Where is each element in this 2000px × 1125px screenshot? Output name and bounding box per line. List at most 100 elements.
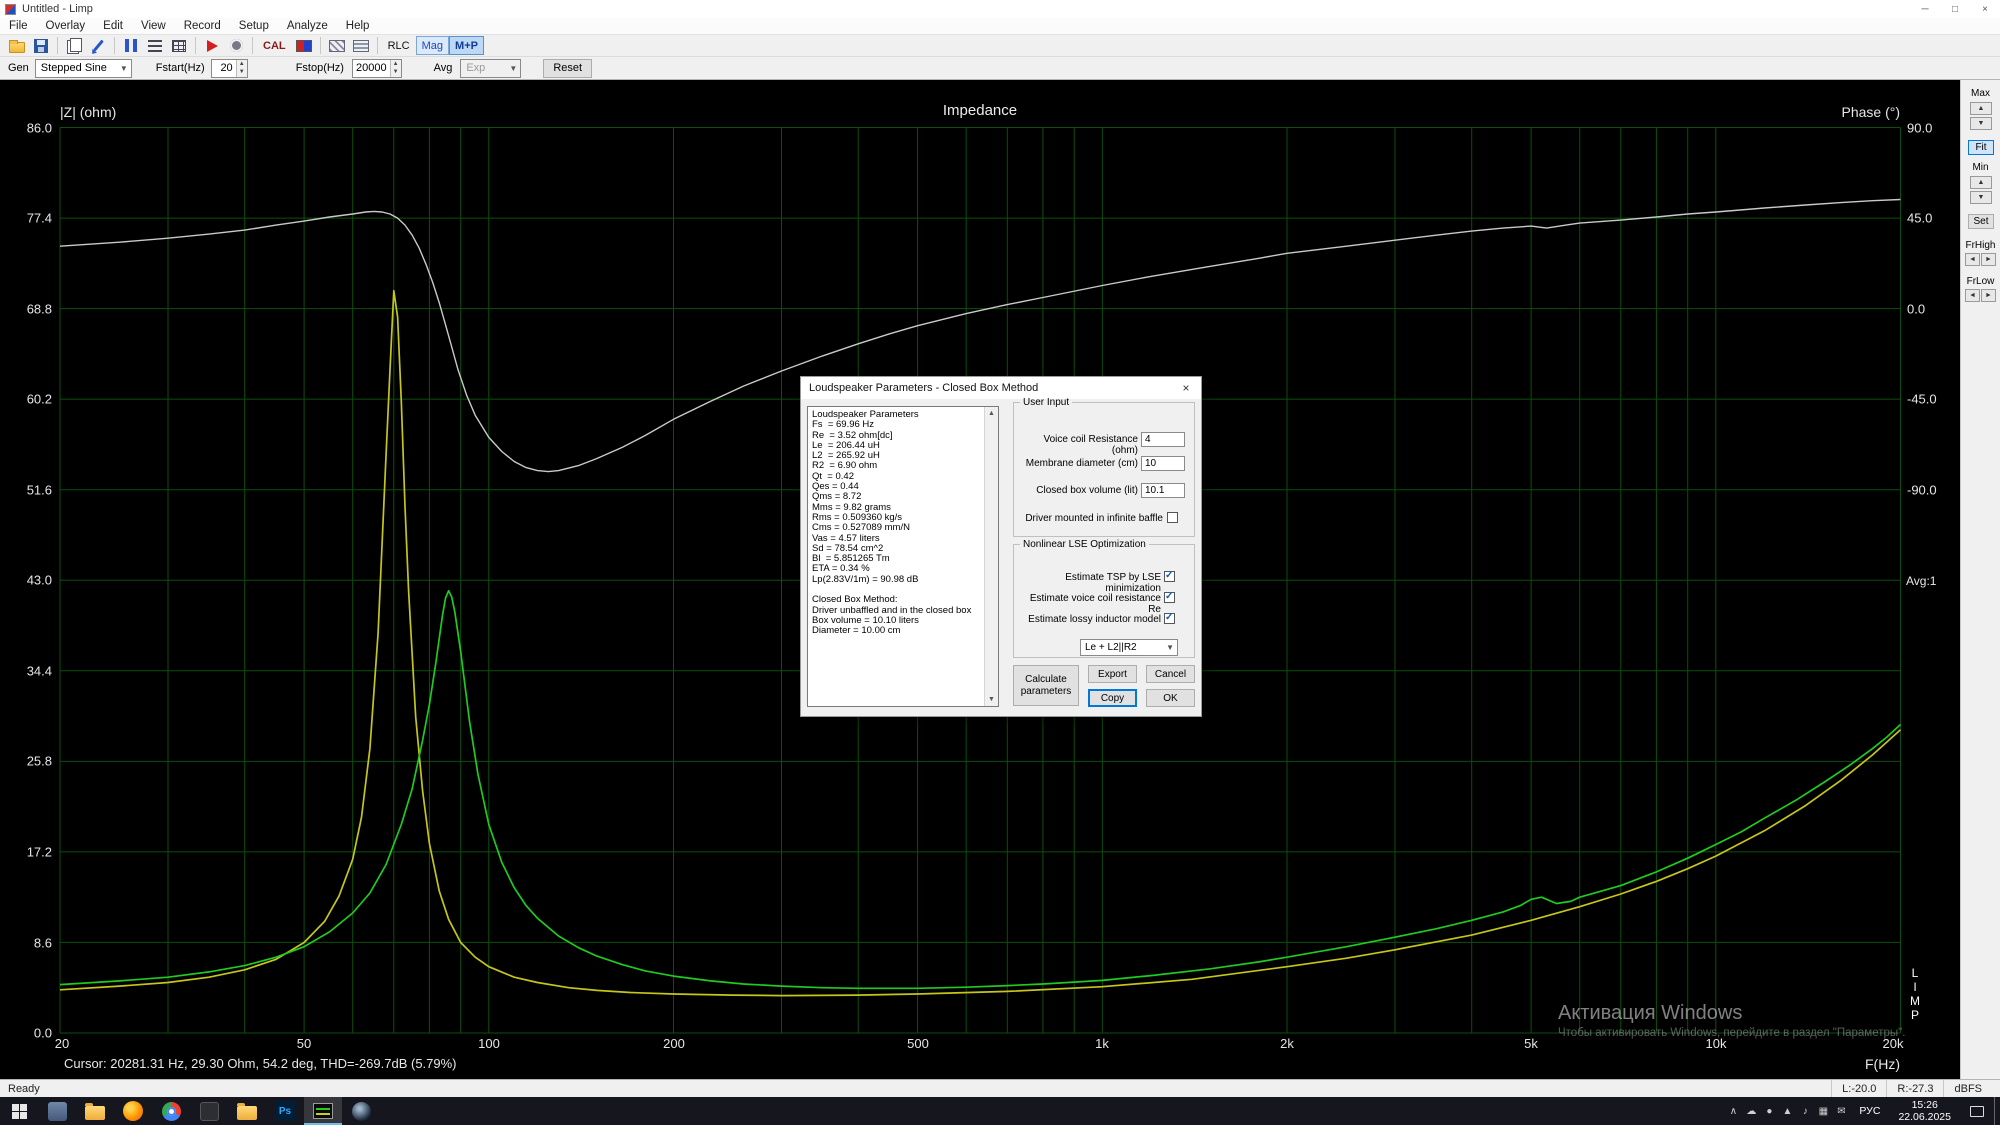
scroll-down-icon[interactable]: ▼ bbox=[985, 693, 998, 706]
mail-icon[interactable]: ✉ bbox=[1832, 1097, 1850, 1125]
frlow-left-icon[interactable]: ◄ bbox=[1965, 289, 1980, 302]
menu-file[interactable]: File bbox=[0, 20, 37, 32]
menu-bar: File Overlay Edit View Record Setup Anal… bbox=[0, 18, 2000, 34]
menu-analyze[interactable]: Analyze bbox=[278, 20, 337, 32]
parameters-list[interactable]: Loudspeaker Parameters Fs = 69.96 Hz Re … bbox=[807, 406, 999, 707]
menu-record[interactable]: Record bbox=[175, 20, 230, 32]
file-explorer-icon[interactable] bbox=[76, 1097, 114, 1125]
cal-button[interactable]: CAL bbox=[257, 36, 292, 55]
status-text: Ready bbox=[0, 1083, 40, 1095]
frhigh-left-icon[interactable]: ◄ bbox=[1965, 253, 1980, 266]
overlay-lines-icon[interactable] bbox=[349, 35, 373, 56]
voice-coil-resistance-input[interactable]: 4 bbox=[1141, 432, 1185, 447]
copy-button[interactable]: Copy bbox=[1088, 689, 1137, 707]
reset-button[interactable]: Reset bbox=[543, 59, 592, 78]
folder-icon[interactable] bbox=[228, 1097, 266, 1125]
limp-taskbar-icon[interactable] bbox=[304, 1097, 342, 1125]
show-desktop-button[interactable] bbox=[1994, 1097, 2000, 1125]
chrome-icon[interactable] bbox=[152, 1097, 190, 1125]
spin-down-icon[interactable]: ▼ bbox=[237, 68, 247, 77]
edit-pen-icon[interactable] bbox=[86, 35, 110, 56]
minimize-button[interactable]: ─ bbox=[1910, 0, 1940, 18]
taskbar-app-icon-2[interactable] bbox=[190, 1097, 228, 1125]
copy-page-icon[interactable] bbox=[62, 35, 86, 56]
loudspeaker-parameters-dialog: Loudspeaker Parameters - Closed Box Meth… bbox=[800, 376, 1202, 717]
frlow-right-icon[interactable]: ► bbox=[1981, 289, 1996, 302]
gear-icon[interactable] bbox=[224, 35, 248, 56]
menu-edit[interactable]: Edit bbox=[94, 20, 132, 32]
open-icon[interactable] bbox=[5, 35, 29, 56]
fit-button[interactable]: Fit bbox=[1968, 140, 1994, 155]
calculate-parameters-button[interactable]: Calculate parameters bbox=[1013, 665, 1079, 706]
ok-button[interactable]: OK bbox=[1146, 689, 1195, 707]
update-icon[interactable]: ▲ bbox=[1778, 1097, 1796, 1125]
generator-control-bar: Gen Stepped Sine ▼ Fstart(Hz) 20 ▲▼ Fsto… bbox=[0, 57, 2000, 80]
max-label: Max bbox=[1961, 88, 2000, 99]
menu-view[interactable]: View bbox=[132, 20, 175, 32]
cancel-button[interactable]: Cancel bbox=[1146, 665, 1195, 683]
network-icon[interactable]: ▦ bbox=[1814, 1097, 1832, 1125]
watermark-line2: Чтобы активировать Windows, перейдите в … bbox=[1558, 1027, 1905, 1039]
save-icon[interactable] bbox=[29, 35, 53, 56]
stripes-icon[interactable] bbox=[325, 35, 349, 56]
table-view-icon[interactable] bbox=[167, 35, 191, 56]
min-up-icon[interactable]: ▲ bbox=[1970, 176, 1992, 189]
toolbar-separator bbox=[195, 37, 196, 54]
spin-up-icon[interactable]: ▲ bbox=[391, 60, 401, 69]
toolbar-separator bbox=[252, 37, 253, 54]
inductor-model-value: Le + L2||R2 bbox=[1085, 642, 1137, 653]
photoshop-icon[interactable]: Ps bbox=[266, 1097, 304, 1125]
hidden-icons-chevron-icon[interactable]: ∧ bbox=[1724, 1097, 1742, 1125]
menu-setup[interactable]: Setup bbox=[230, 20, 278, 32]
dialog-close-icon[interactable]: × bbox=[1171, 377, 1201, 399]
max-down-icon[interactable]: ▼ bbox=[1970, 117, 1992, 130]
membrane-diameter-input[interactable]: 10 bbox=[1141, 456, 1185, 471]
generator-select[interactable]: Stepped Sine ▼ bbox=[35, 59, 132, 78]
firefox-icon[interactable] bbox=[114, 1097, 152, 1125]
language-indicator[interactable]: РУС bbox=[1850, 1105, 1889, 1117]
limp-vertical-logo: L I M P bbox=[1909, 966, 1921, 1022]
rlc-button[interactable]: RLC bbox=[382, 36, 416, 55]
f-tick: 20 bbox=[55, 1036, 69, 1051]
fstart-input[interactable]: 20 ▲▼ bbox=[211, 59, 248, 78]
maximize-button[interactable]: □ bbox=[1940, 0, 1970, 18]
clock[interactable]: 15:26 22.06.2025 bbox=[1889, 1099, 1960, 1123]
mp-button[interactable]: M+P bbox=[449, 36, 484, 55]
export-button[interactable]: Export bbox=[1088, 665, 1137, 683]
phase-tick: -90.0 bbox=[1907, 482, 1937, 497]
dialog-title-bar[interactable]: Loudspeaker Parameters - Closed Box Meth… bbox=[801, 377, 1201, 399]
record-play-icon[interactable] bbox=[200, 35, 224, 56]
steam-icon[interactable] bbox=[342, 1097, 380, 1125]
start-button[interactable] bbox=[0, 1097, 38, 1125]
channel-color-icon[interactable] bbox=[292, 35, 316, 56]
inductor-model-select[interactable]: Le + L2||R2 ▼ bbox=[1080, 639, 1178, 656]
estimate-re-checkbox[interactable] bbox=[1164, 592, 1175, 603]
mag-button[interactable]: Mag bbox=[416, 36, 449, 55]
action-center-icon[interactable] bbox=[1960, 1097, 1994, 1125]
menu-help[interactable]: Help bbox=[337, 20, 379, 32]
pause-icon[interactable] bbox=[119, 35, 143, 56]
cloud-icon[interactable]: ☁ bbox=[1742, 1097, 1760, 1125]
fstop-input[interactable]: 20000 ▲▼ bbox=[352, 59, 402, 78]
dbfs-label: dBFS bbox=[1943, 1080, 1992, 1097]
chevron-down-icon: ▼ bbox=[1166, 643, 1174, 652]
security-icon[interactable]: ● bbox=[1760, 1097, 1778, 1125]
generator-value: Stepped Sine bbox=[41, 62, 107, 74]
spin-down-icon[interactable]: ▼ bbox=[391, 68, 401, 77]
closed-box-volume-input[interactable]: 10.1 bbox=[1141, 483, 1185, 498]
set-button[interactable]: Set bbox=[1968, 214, 1994, 229]
infinite-baffle-checkbox[interactable] bbox=[1167, 512, 1178, 523]
scroll-up-icon[interactable]: ▲ bbox=[985, 407, 998, 420]
list-view-icon[interactable] bbox=[143, 35, 167, 56]
spin-up-icon[interactable]: ▲ bbox=[237, 60, 247, 69]
estimate-tsp-checkbox[interactable] bbox=[1164, 571, 1175, 582]
parameters-scrollbar[interactable]: ▲ ▼ bbox=[984, 407, 998, 706]
menu-overlay[interactable]: Overlay bbox=[37, 20, 95, 32]
estimate-inductor-checkbox[interactable] bbox=[1164, 613, 1175, 624]
taskbar-app-icon-1[interactable] bbox=[38, 1097, 76, 1125]
max-up-icon[interactable]: ▲ bbox=[1970, 102, 1992, 115]
frhigh-right-icon[interactable]: ► bbox=[1981, 253, 1996, 266]
min-down-icon[interactable]: ▼ bbox=[1970, 191, 1992, 204]
close-button[interactable]: × bbox=[1970, 0, 2000, 18]
volume-icon[interactable]: ♪ bbox=[1796, 1097, 1814, 1125]
